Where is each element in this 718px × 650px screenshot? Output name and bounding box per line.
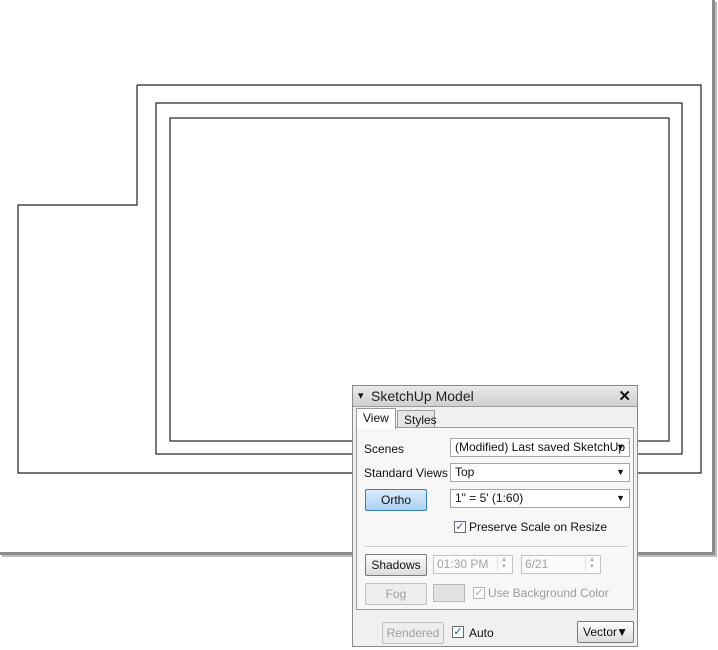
shadow-time-field[interactable]: 01:30 PM ▲ ▼ — [433, 555, 513, 574]
panel-titlebar[interactable]: ▾ SketchUp Model ✕ — [353, 386, 637, 407]
standard-views-label: Standard Views — [364, 466, 448, 480]
triangle-down-icon: ▼ — [616, 625, 628, 639]
spinner-arrows-icon[interactable]: ▲ ▼ — [497, 557, 510, 571]
auto-checkbox[interactable]: ✓ — [452, 626, 464, 638]
shadow-date-field[interactable]: 6/21 ▲ ▼ — [521, 555, 601, 574]
panel-tabs: View Styles — [353, 407, 637, 429]
scenes-dropdown[interactable]: (Modified) Last saved SketchUp Vi ▼ — [450, 438, 630, 457]
scenes-value: (Modified) Last saved SketchUp Vi — [455, 440, 630, 454]
panel-title: SketchUp Model — [371, 388, 474, 404]
scale-dropdown[interactable]: 1" = 5' (1:60) ▼ — [450, 489, 630, 508]
fog-button[interactable]: Fog — [365, 583, 427, 605]
auto-label: Auto — [469, 626, 494, 640]
ortho-button[interactable]: Ortho — [365, 489, 427, 511]
view-tab-content: Scenes (Modified) Last saved SketchUp Vi… — [356, 427, 634, 610]
vector-label: Vector — [583, 625, 618, 639]
preserve-scale-checkbox[interactable]: ✓ — [454, 521, 466, 533]
spinner-arrows-icon[interactable]: ▲ ▼ — [585, 557, 598, 571]
chevron-down-icon: ▼ — [616, 442, 625, 452]
scenes-label: Scenes — [364, 442, 405, 456]
rendered-button[interactable]: Rendered — [382, 622, 444, 644]
scale-value: 1" = 5' (1:60) — [455, 491, 524, 505]
divider — [365, 546, 627, 548]
shadow-date-value: 6/21 — [525, 557, 549, 571]
sketchup-model-panel: ▾ SketchUp Model ✕ View Styles Scenes (M… — [352, 385, 638, 647]
close-icon[interactable]: ✕ — [618, 387, 631, 405]
use-background-color-checkbox[interactable]: ✓ — [473, 587, 485, 599]
fog-color-swatch[interactable] — [433, 584, 465, 602]
shadow-time-value: 01:30 PM — [437, 557, 489, 571]
triangle-down-icon[interactable]: ▾ — [358, 389, 364, 402]
use-background-color-label: Use Background Color — [488, 586, 609, 600]
vector-dropdown[interactable]: Vector ▼ — [577, 621, 634, 643]
tab-styles[interactable]: Styles — [397, 410, 437, 428]
shadows-button[interactable]: Shadows — [365, 554, 427, 576]
standard-views-value: Top — [455, 465, 475, 479]
chevron-down-icon: ▼ — [616, 493, 625, 503]
preserve-scale-label: Preserve Scale on Resize — [469, 520, 608, 534]
tab-view[interactable]: View — [356, 408, 396, 429]
chevron-down-icon: ▼ — [616, 467, 625, 477]
standard-views-dropdown[interactable]: Top ▼ — [450, 463, 630, 482]
